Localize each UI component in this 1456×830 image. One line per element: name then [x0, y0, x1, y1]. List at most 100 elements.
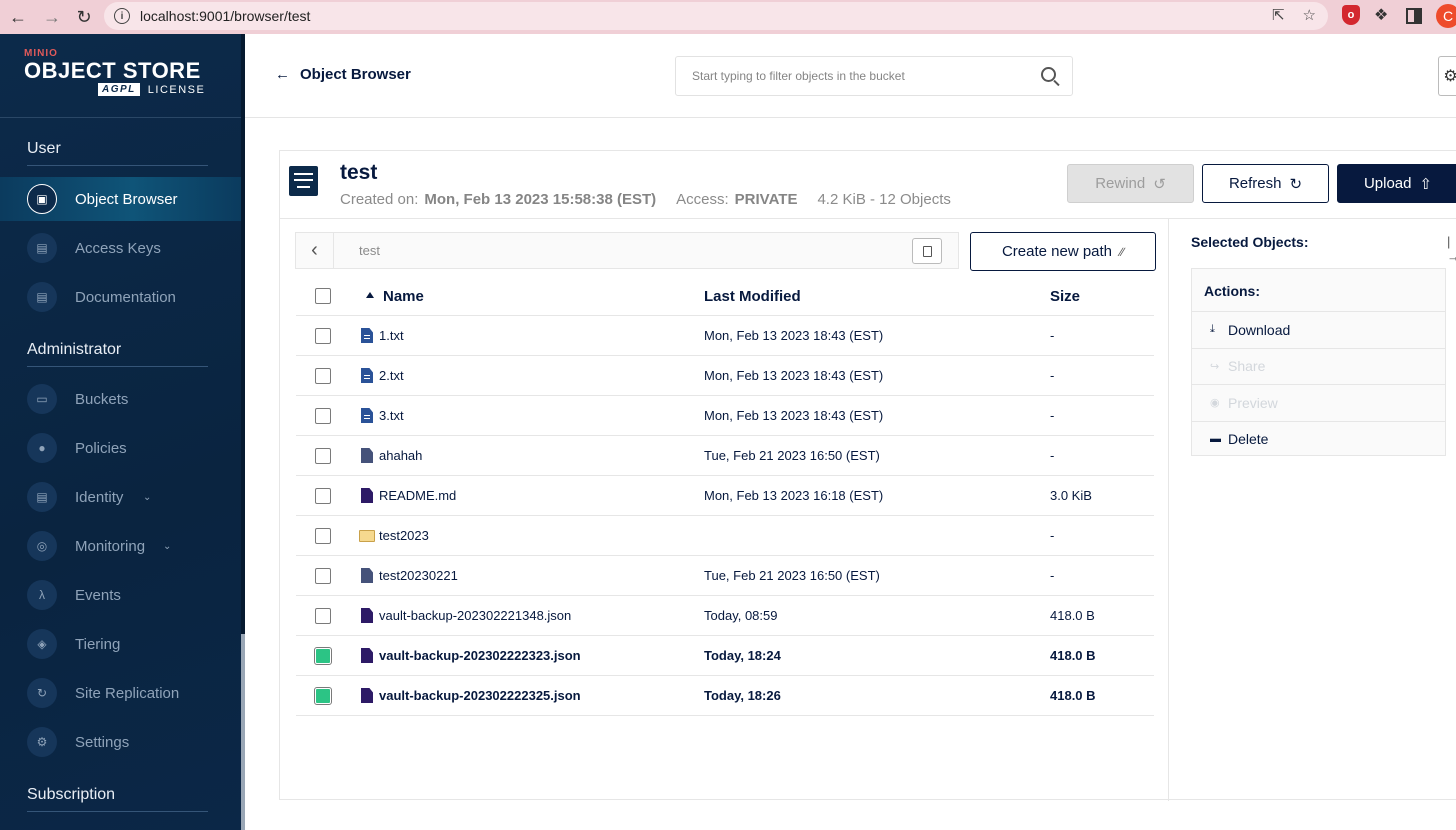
side-panel-icon[interactable]	[1406, 8, 1422, 24]
new-folder-icon: ∕∕	[1120, 244, 1125, 259]
section-user: User	[27, 140, 61, 157]
bucket-header: test Created on: Mon, Feb 13 2023 15:58:…	[280, 151, 1456, 219]
object-size: -	[1050, 568, 1055, 583]
back-to-object-browser[interactable]: ← Object Browser	[275, 66, 411, 83]
actions-title: Actions:	[1204, 283, 1260, 299]
upload-button[interactable]: Upload ⇧	[1337, 164, 1456, 203]
sidebar-item-site-replication[interactable]: ↻ Site Replication	[0, 671, 241, 715]
bucket-summary: 4.2 KiB - 12 Objects	[817, 191, 951, 208]
sort-ascending-icon[interactable]	[366, 292, 374, 298]
chevron-left-icon[interactable]: ‹	[296, 233, 334, 268]
sidebar-item-access-keys[interactable]: ▤ Access Keys	[0, 226, 241, 270]
profile-avatar[interactable]: C	[1436, 4, 1456, 28]
object-name[interactable]: vault-backup-202302222323.json	[379, 648, 581, 663]
table-row[interactable]: ahahah Tue, Feb 21 2023 16:50 (EST) -	[296, 436, 1154, 476]
forward-arrow-icon[interactable]: →	[36, 2, 68, 32]
file-icon	[361, 688, 373, 703]
table-row[interactable]: vault-backup-202302222325.json Today, 18:…	[296, 676, 1154, 716]
file-icon	[361, 408, 373, 423]
site-info-icon[interactable]: i	[114, 8, 130, 24]
sidebar-item-identity[interactable]: ▤ Identity ⌄	[0, 475, 241, 519]
action-download[interactable]: ⤓ Download	[1192, 311, 1445, 347]
refresh-button[interactable]: Refresh ↻	[1202, 164, 1329, 203]
object-name[interactable]: test20230221	[379, 568, 458, 583]
reload-icon[interactable]: ↻	[68, 2, 100, 32]
sidebar-item-policies[interactable]: ● Policies	[0, 426, 241, 470]
table-row[interactable]: README.md Mon, Feb 13 2023 16:18 (EST) 3.0…	[296, 476, 1154, 516]
table-row[interactable]: test20230221 Tue, Feb 21 2023 16:50 (EST)…	[296, 556, 1154, 596]
object-size: 3.0 KiB	[1050, 488, 1092, 503]
table-row[interactable]: 2.txt Mon, Feb 13 2023 18:43 (EST) -	[296, 356, 1154, 396]
row-checkbox[interactable]	[315, 408, 331, 424]
url-text[interactable]: localhost:9001/browser/test	[140, 8, 310, 24]
row-checkbox[interactable]	[315, 568, 331, 584]
action-preview: ◉ Preview	[1192, 384, 1445, 420]
column-last-modified[interactable]: Last Modified	[704, 288, 801, 305]
object-modified: Mon, Feb 13 2023 18:43 (EST)	[704, 328, 884, 343]
object-modified: Mon, Feb 13 2023 18:43 (EST)	[704, 368, 884, 383]
history-icon: ↺	[1153, 175, 1166, 193]
row-checkbox[interactable]	[314, 647, 332, 665]
bucket-icon	[289, 166, 318, 196]
action-delete[interactable]: ▬ Delete	[1192, 420, 1445, 457]
object-name[interactable]: vault-backup-202302222325.json	[379, 688, 581, 703]
extensions-puzzle-icon[interactable]: ❖	[1374, 5, 1388, 25]
bucket-icon: ▭	[27, 384, 57, 414]
settings-gear-button[interactable]: ⚙	[1438, 56, 1456, 96]
column-size[interactable]: Size	[1050, 288, 1080, 305]
replication-icon: ↻	[27, 678, 57, 708]
sidebar-item-events[interactable]: λ Events	[0, 573, 241, 617]
object-name[interactable]: 3.txt	[379, 408, 404, 423]
create-new-path-button[interactable]: Create new path ∕∕	[970, 232, 1156, 271]
object-size: -	[1050, 408, 1055, 423]
share-icon[interactable]: ⇱	[1272, 6, 1285, 24]
row-checkbox[interactable]	[315, 608, 331, 624]
row-checkbox[interactable]	[315, 368, 331, 384]
object-name[interactable]: vault-backup-202302221348.json	[379, 608, 571, 623]
table-row[interactable]: 1.txt Mon, Feb 13 2023 18:43 (EST) -	[296, 316, 1154, 356]
object-name[interactable]: test2023	[379, 528, 429, 543]
sidebar-item-buckets[interactable]: ▭ Buckets	[0, 377, 241, 421]
table-row[interactable]: test2023 -	[296, 516, 1154, 556]
object-name[interactable]: 1.txt	[379, 328, 404, 343]
object-filter-search[interactable]: Start typing to filter objects in the bu…	[675, 56, 1073, 96]
sidebar-item-settings[interactable]: ⚙ Settings	[0, 720, 241, 764]
bucket-name: test	[340, 161, 378, 184]
select-all-checkbox[interactable]	[315, 288, 331, 304]
object-size: 418.0 B	[1050, 608, 1095, 623]
collapse-panel-icon[interactable]: |→	[1447, 234, 1456, 264]
object-modified: Mon, Feb 13 2023 18:43 (EST)	[704, 408, 884, 423]
table-header: Name Last Modified Size	[296, 276, 1154, 316]
sidebar-item-tiering[interactable]: ◈ Tiering	[0, 622, 241, 666]
file-icon	[361, 608, 373, 623]
address-bar[interactable]: i localhost:9001/browser/test ⇱ ☆	[104, 2, 1328, 30]
rewind-button[interactable]: Rewind ↺	[1067, 164, 1194, 203]
extension-shield-icon[interactable]: ο	[1342, 5, 1360, 25]
copy-path-button[interactable]	[912, 238, 942, 264]
object-name[interactable]: 2.txt	[379, 368, 404, 383]
object-modified: Tue, Feb 21 2023 16:50 (EST)	[704, 568, 880, 583]
row-checkbox[interactable]	[314, 687, 332, 705]
sidebar-item-documentation[interactable]: ▤ Documentation	[0, 275, 241, 319]
breadcrumb-path[interactable]: test	[359, 243, 380, 258]
chevron-down-icon: ⌄	[143, 491, 152, 503]
sidebar-item-monitoring[interactable]: ◎ Monitoring ⌄	[0, 524, 241, 568]
sidebar-scrollbar[interactable]	[241, 634, 245, 830]
object-name[interactable]: ahahah	[379, 448, 422, 463]
back-arrow-icon[interactable]: ←	[2, 2, 34, 32]
row-checkbox[interactable]	[315, 328, 331, 344]
table-row[interactable]: vault-backup-202302221348.json Today, 08:…	[296, 596, 1154, 636]
row-checkbox[interactable]	[315, 488, 331, 504]
sidebar-item-object-browser[interactable]: ▣ Object Browser	[0, 177, 241, 221]
object-name[interactable]: README.md	[379, 488, 456, 503]
documentation-icon: ▤	[27, 282, 57, 312]
table-row[interactable]: vault-backup-202302222323.json Today, 18:…	[296, 636, 1154, 676]
row-checkbox[interactable]	[315, 528, 331, 544]
search-input[interactable]: Start typing to filter objects in the bu…	[692, 69, 905, 83]
table-row[interactable]: 3.txt Mon, Feb 13 2023 18:43 (EST) -	[296, 396, 1154, 436]
objects-table: Name Last Modified Size 1.txt Mon, Feb 13…	[296, 276, 1154, 716]
column-name[interactable]: Name	[383, 288, 424, 305]
row-checkbox[interactable]	[315, 448, 331, 464]
bookmark-star-icon[interactable]: ☆	[1303, 6, 1316, 24]
download-icon: ⤓	[1210, 323, 1215, 335]
